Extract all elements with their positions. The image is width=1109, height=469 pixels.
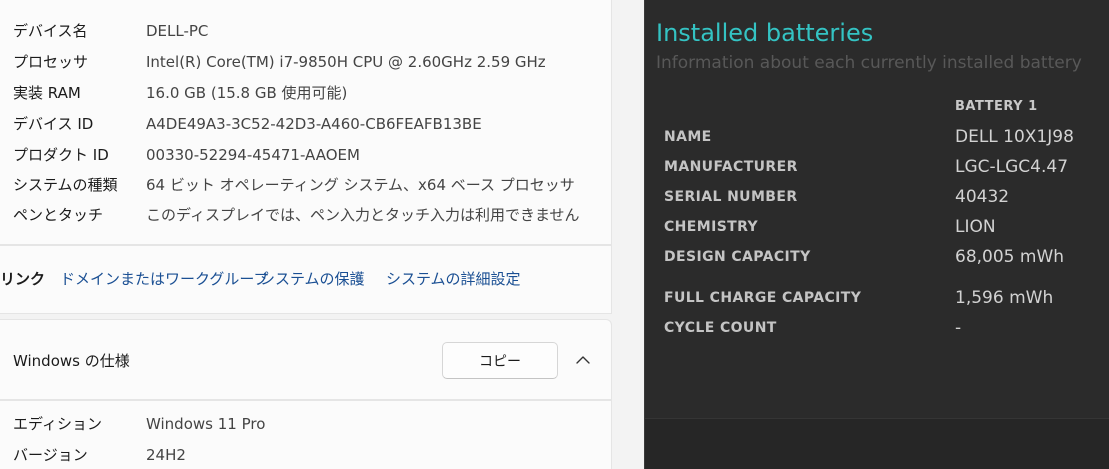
copy-button[interactable]: コピー bbox=[442, 342, 558, 379]
battery-field-label: DESIGN CAPACITY bbox=[664, 249, 811, 265]
spec-row-product-id: プロダクト ID 00330-52294-45471-AAOEM bbox=[0, 140, 600, 170]
related-links-card: リンク ドメインまたはワークグループ システムの保護 システムの詳細設定 bbox=[0, 245, 612, 314]
battery-field-value: DELL 10X1J98 bbox=[955, 127, 1074, 147]
battery-field-value: - bbox=[955, 318, 962, 338]
spec-row-version: バージョン 24H2 bbox=[0, 440, 600, 469]
spec-label: デバイス名 bbox=[13, 22, 88, 40]
spec-value: 16.0 GB (15.8 GB 使用可能) bbox=[146, 84, 348, 102]
battery-field-label: CHEMISTRY bbox=[664, 219, 759, 235]
battery-field-label: SERIAL NUMBER bbox=[664, 189, 798, 205]
spec-value: 64 ビット オペレーティング システム、x64 ベース プロセッサ bbox=[146, 176, 575, 194]
spec-row-processor: プロセッサ Intel(R) Core(TM) i7-9850H CPU @ 2… bbox=[0, 47, 600, 77]
spec-value: Windows 11 Pro bbox=[146, 415, 266, 433]
spec-row-ram: 実装 RAM 16.0 GB (15.8 GB 使用可能) bbox=[0, 78, 600, 108]
battery-column-header: BATTERY 1 bbox=[955, 99, 1038, 114]
installed-batteries-subtitle: Information about each currently install… bbox=[656, 53, 1082, 73]
battery-row-design-capacity: DESIGN CAPACITY 68,005 mWh bbox=[645, 247, 1109, 269]
device-specs-card: デバイス名 DELL-PC プロセッサ Intel(R) Core(TM) i7… bbox=[0, 0, 612, 245]
link-advanced-system-settings[interactable]: システムの詳細設定 bbox=[386, 268, 521, 289]
battery-row-cycle-count: CYCLE COUNT - bbox=[645, 318, 1109, 340]
battery-panel-footer bbox=[645, 418, 1109, 469]
battery-field-label: FULL CHARGE CAPACITY bbox=[664, 290, 862, 306]
settings-panel: デバイス名 DELL-PC プロセッサ Intel(R) Core(TM) i7… bbox=[0, 0, 644, 469]
spec-row-device-id: デバイス ID A4DE49A3-3C52-42D3-A460-CB6FEAFB… bbox=[0, 109, 600, 139]
installed-batteries-title: Installed batteries bbox=[656, 19, 874, 47]
battery-field-label: MANUFACTURER bbox=[664, 159, 798, 175]
battery-row-serial-number: SERIAL NUMBER 40432 bbox=[645, 187, 1109, 209]
windows-spec-body: エディション Windows 11 Pro バージョン 24H2 bbox=[0, 400, 612, 469]
link-system-protection[interactable]: システムの保護 bbox=[260, 268, 365, 289]
spec-value: A4DE49A3-3C52-42D3-A460-CB6FEAFB13BE bbox=[146, 115, 482, 133]
spec-label: バージョン bbox=[13, 446, 88, 464]
battery-row-name: NAME DELL 10X1J98 bbox=[645, 127, 1109, 149]
battery-field-value: LION bbox=[955, 217, 996, 237]
link-domain-workgroup[interactable]: ドメインまたはワークグループ bbox=[60, 268, 269, 289]
chevron-up-icon[interactable] bbox=[573, 350, 593, 370]
spec-row-system-type: システムの種類 64 ビット オペレーティング システム、x64 ベース プロセ… bbox=[0, 170, 600, 200]
spec-row-pen-touch: ペンとタッチ このディスプレイでは、ペン入力とタッチ入力は利用できません bbox=[0, 200, 600, 230]
battery-field-label: NAME bbox=[664, 129, 712, 145]
spec-label: デバイス ID bbox=[13, 115, 94, 133]
spec-value: 24H2 bbox=[146, 446, 186, 464]
related-links-title: リンク bbox=[0, 270, 46, 288]
spec-label: プロセッサ bbox=[13, 53, 89, 71]
spec-row-edition: エディション Windows 11 Pro bbox=[0, 409, 600, 439]
battery-report-panel: Installed batteries Information about ea… bbox=[644, 0, 1109, 469]
spec-label: エディション bbox=[13, 415, 102, 433]
spec-value: DELL-PC bbox=[146, 22, 209, 40]
spec-label: ペンとタッチ bbox=[13, 206, 104, 224]
battery-field-value: 1,596 mWh bbox=[955, 288, 1054, 308]
spec-label: システムの種類 bbox=[13, 176, 118, 194]
spec-row-device-name: デバイス名 DELL-PC bbox=[0, 16, 600, 46]
battery-field-value: LGC-LGC4.47 bbox=[955, 157, 1069, 177]
spec-value: 00330-52294-45471-AAOEM bbox=[146, 146, 360, 164]
windows-spec-header[interactable]: Windows の仕様 コピー bbox=[0, 319, 612, 400]
battery-row-full-charge-capacity: FULL CHARGE CAPACITY 1,596 mWh bbox=[645, 288, 1109, 310]
windows-spec-title: Windows の仕様 bbox=[13, 352, 130, 370]
battery-row-chemistry: CHEMISTRY LION bbox=[645, 217, 1109, 239]
battery-field-label: CYCLE COUNT bbox=[664, 320, 777, 336]
spec-label: プロダクト ID bbox=[13, 146, 109, 164]
spec-value: Intel(R) Core(TM) i7-9850H CPU @ 2.60GHz… bbox=[146, 53, 546, 71]
battery-row-manufacturer: MANUFACTURER LGC-LGC4.47 bbox=[645, 157, 1109, 179]
battery-field-value: 68,005 mWh bbox=[955, 247, 1065, 267]
spec-value: このディスプレイでは、ペン入力とタッチ入力は利用できません bbox=[146, 206, 580, 224]
spec-label: 実装 RAM bbox=[13, 84, 81, 102]
battery-field-value: 40432 bbox=[955, 187, 1010, 207]
